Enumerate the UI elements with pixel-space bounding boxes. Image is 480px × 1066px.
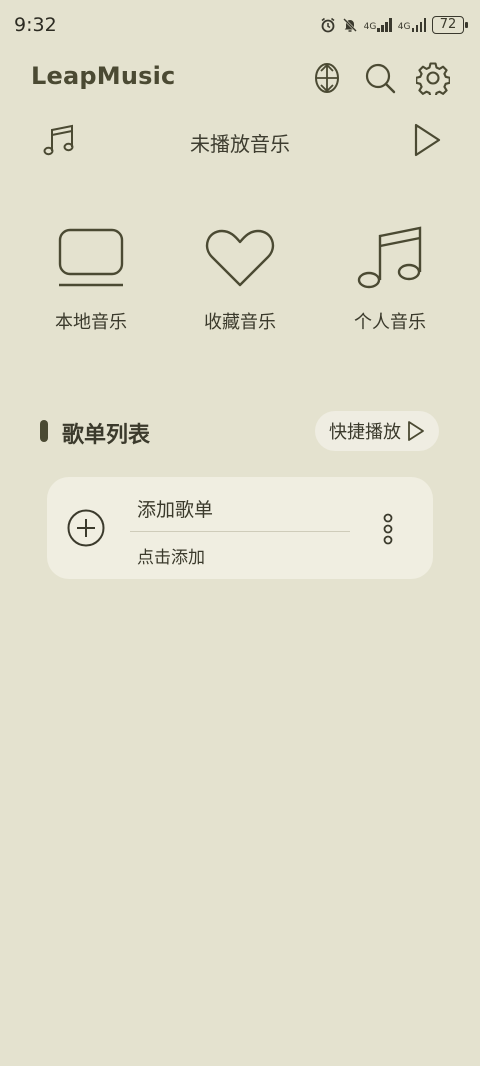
category-label: 收藏音乐 bbox=[204, 312, 276, 333]
plus-circle-icon[interactable] bbox=[67, 509, 105, 547]
network-type-label-2: 4G bbox=[397, 22, 411, 32]
playlist-title: 添加歌单 bbox=[137, 499, 214, 521]
swap-vertical-icon bbox=[315, 63, 339, 93]
search-icon bbox=[365, 63, 396, 94]
sort-button[interactable] bbox=[309, 60, 345, 96]
section-title: 歌单列表 bbox=[62, 423, 151, 448]
category-favorites[interactable]: 收藏音乐 bbox=[170, 222, 310, 334]
now-playing-bar[interactable]: 未播放音乐 bbox=[0, 118, 480, 164]
add-playlist-card[interactable]: 添加歌单 点击添加 bbox=[47, 477, 433, 579]
search-button[interactable] bbox=[362, 60, 398, 96]
category-label: 本地音乐 bbox=[55, 312, 127, 333]
playlist-subtitle: 点击添加 bbox=[137, 548, 205, 568]
play-icon bbox=[408, 421, 424, 441]
monitor-icon bbox=[58, 228, 124, 287]
quick-play-label: 快捷播放 bbox=[329, 422, 401, 443]
section-indicator bbox=[40, 420, 48, 442]
divider bbox=[130, 531, 350, 532]
gear-icon bbox=[416, 62, 450, 95]
app-title: LeapMusic bbox=[31, 62, 176, 90]
category-local-music[interactable]: 本地音乐 bbox=[21, 222, 161, 334]
category-personal-music[interactable]: 个人音乐 bbox=[320, 222, 460, 334]
play-button[interactable] bbox=[412, 122, 442, 158]
settings-button[interactable] bbox=[415, 60, 451, 96]
category-label: 个人音乐 bbox=[354, 312, 426, 333]
status-time: 9:32 bbox=[14, 14, 57, 36]
heart-icon bbox=[205, 229, 275, 287]
quick-play-button[interactable]: 快捷播放 bbox=[315, 411, 439, 451]
battery-indicator: 72 bbox=[432, 16, 468, 34]
status-icons: 4G 4G 72 bbox=[320, 14, 468, 36]
alarm-icon bbox=[321, 17, 335, 33]
now-playing-title: 未播放音乐 bbox=[190, 132, 290, 156]
more-options-icon[interactable] bbox=[381, 513, 395, 545]
bell-mute-icon bbox=[342, 18, 357, 32]
signal-1-icon: 4G bbox=[364, 18, 392, 32]
signal-2-icon: 4G bbox=[398, 18, 426, 32]
music-notes-icon bbox=[357, 226, 422, 289]
network-type-label: 4G bbox=[363, 22, 377, 32]
